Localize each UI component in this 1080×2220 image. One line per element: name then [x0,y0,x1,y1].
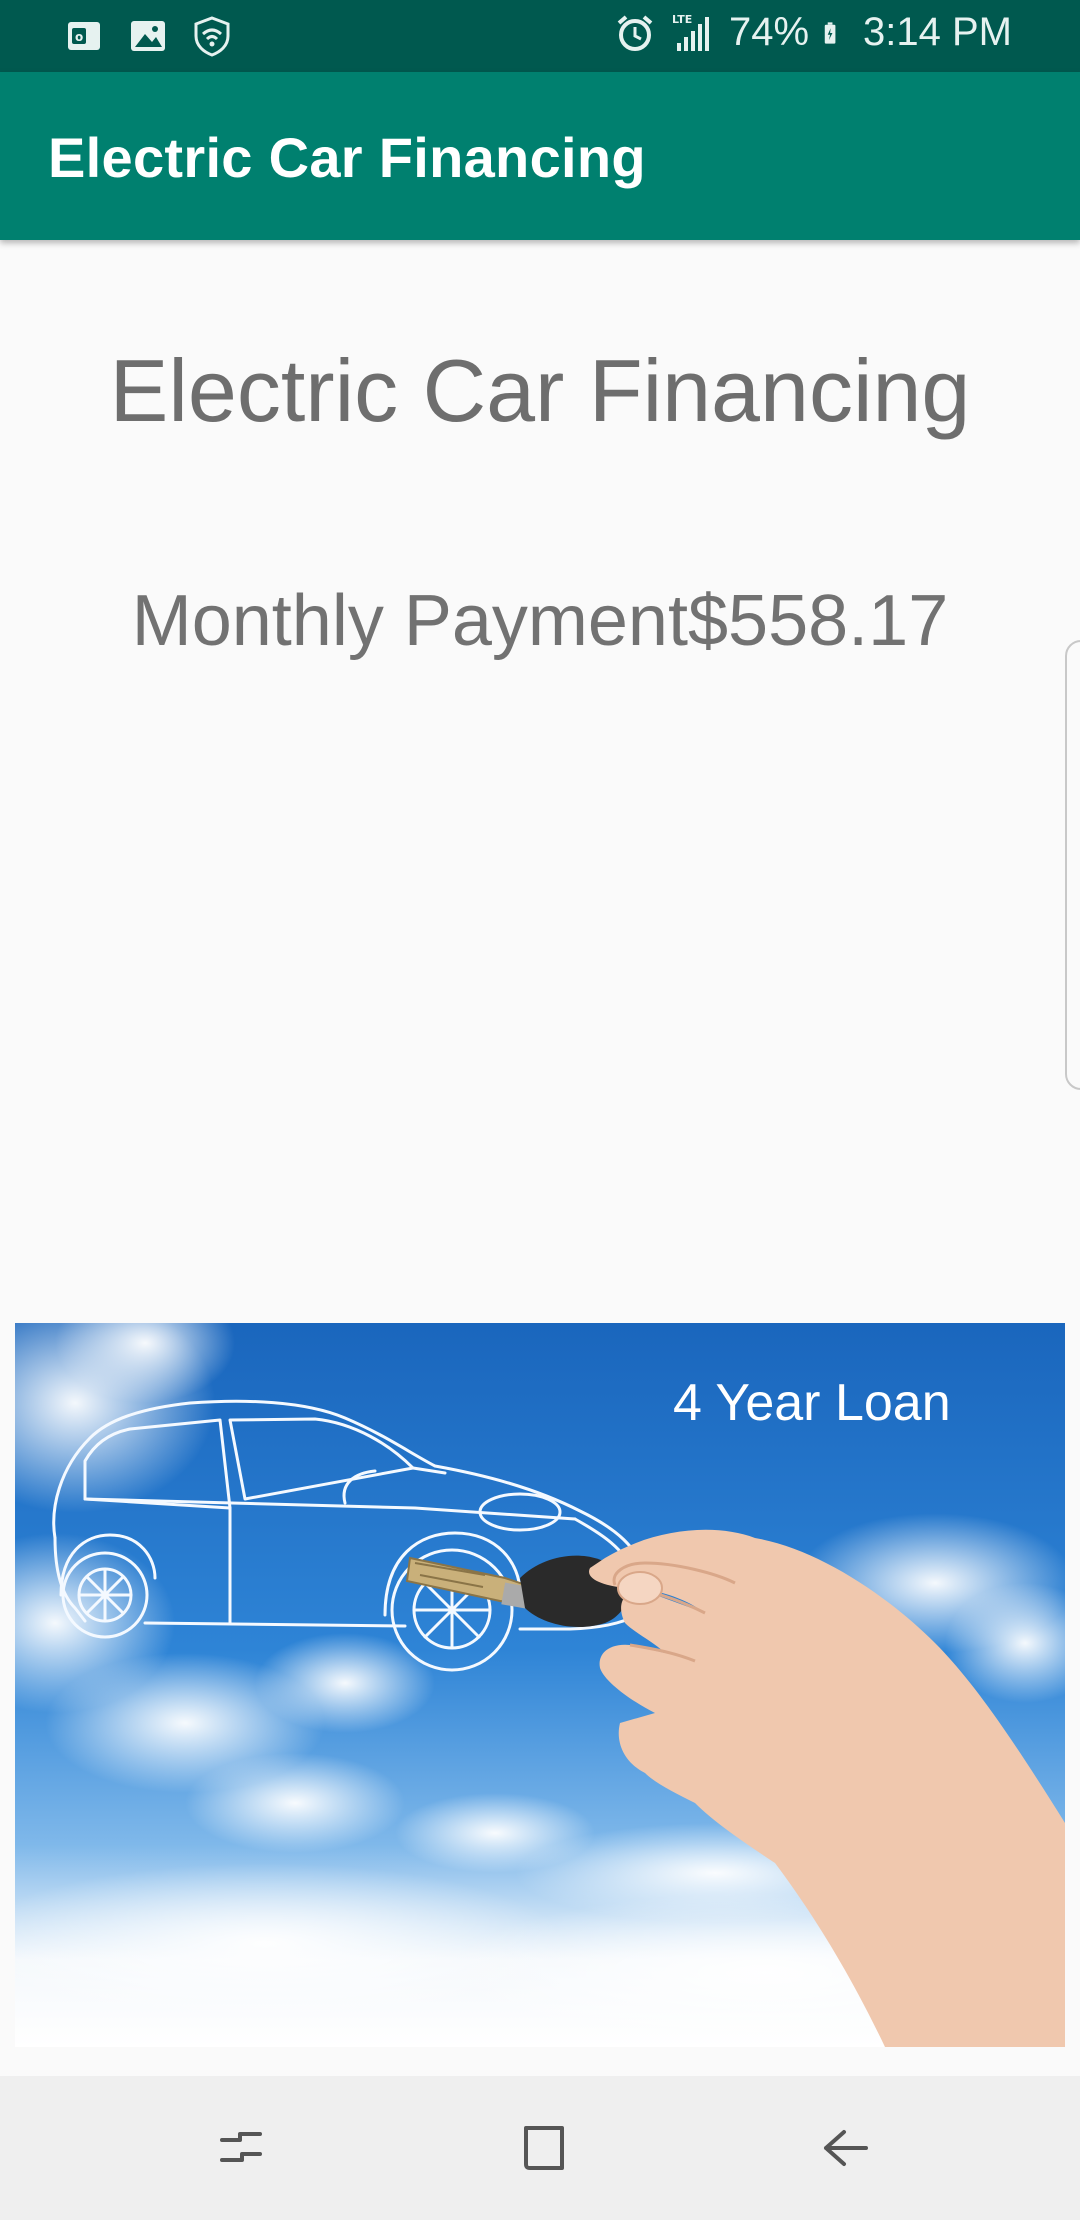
back-icon [824,2130,868,2166]
page-heading: Electric Car Financing [109,341,971,440]
app-title: Electric Car Financing [48,126,646,189]
recents-icon [220,2132,262,2162]
clock: 3:14 PM [863,10,1012,54]
app-bar: Electric Car Financing [0,72,1080,240]
battery-percent: 74% [728,10,810,54]
loan-banner-image: 4 Year Loan [15,1323,1065,2047]
battery-icon [824,21,836,44]
svg-text:LTE: LTE [672,13,692,26]
notification-icons: o [62,14,234,58]
shield-wifi-icon [194,16,230,57]
outlook-icon: o [68,22,100,50]
monthly-payment-text: Monthly Payment$558.17 [131,581,949,661]
edge-panel-handle[interactable] [1065,640,1080,1090]
recents-button[interactable] [192,2098,292,2198]
system-status: LTE 74% 3:14 PM [613,10,1012,55]
gallery-icon [131,21,165,51]
status-bar: o LTE 74% 3:14 PM [0,0,1080,72]
svg-text:o: o [75,30,83,44]
banner-illustration: 4 Year Loan [15,1323,1065,2047]
banner-caption: 4 Year Loan [673,1374,951,1432]
home-icon [524,2126,564,2170]
alarm-icon [617,14,653,51]
back-button[interactable] [796,2098,896,2198]
home-button[interactable] [494,2098,594,2198]
lte-signal-icon: LTE [672,13,709,51]
navigation-bar [0,2076,1080,2220]
